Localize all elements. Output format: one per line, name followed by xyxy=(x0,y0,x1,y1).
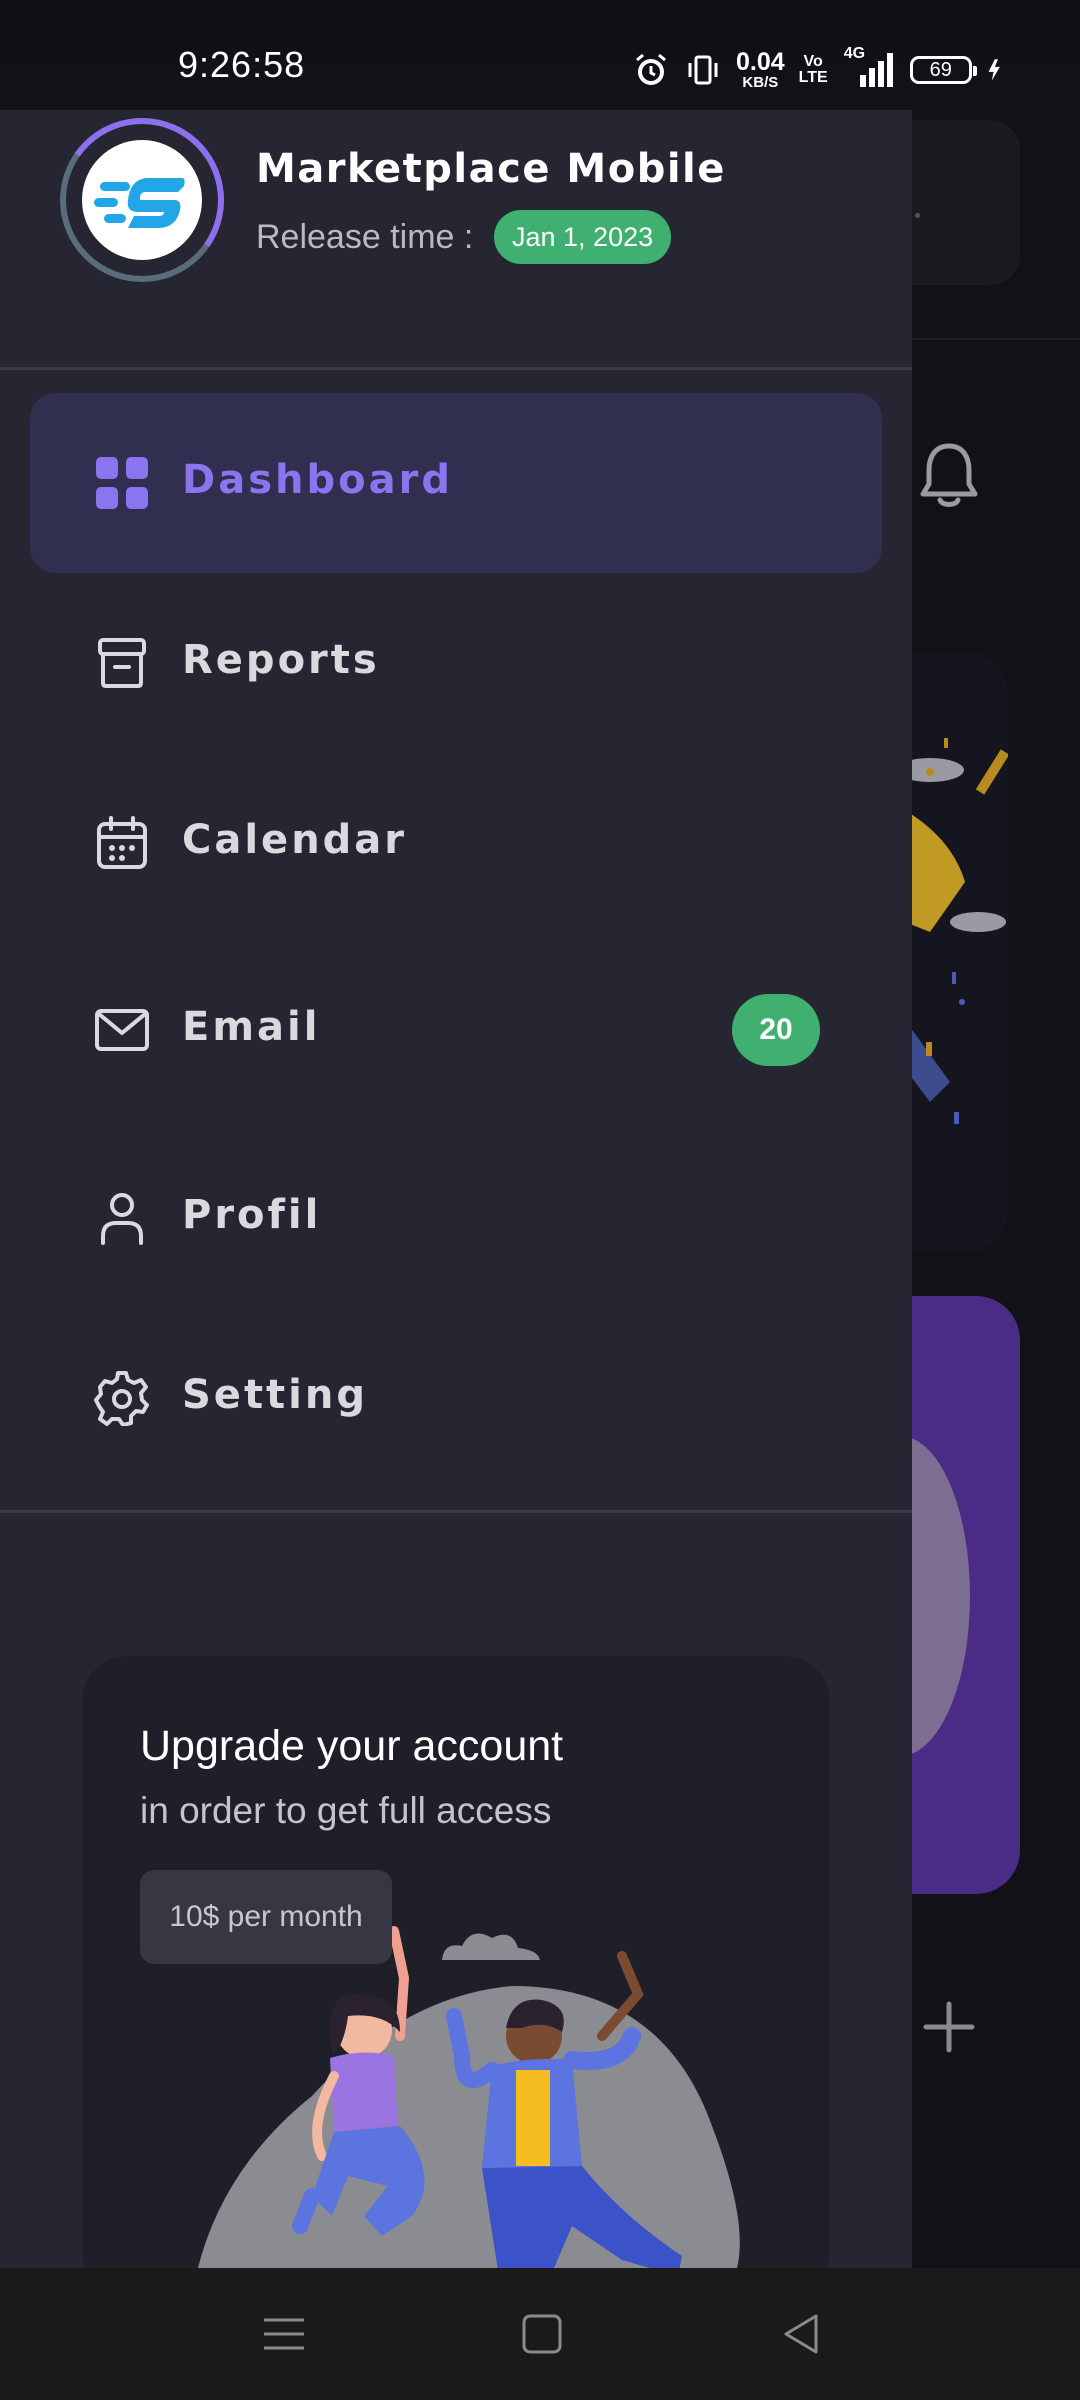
price-button[interactable]: 10$ per month xyxy=(140,1870,392,1964)
upgrade-title: Upgrade your account xyxy=(140,1722,564,1770)
calendar-icon xyxy=(97,816,147,869)
archive-icon xyxy=(98,638,146,688)
network-speed: 0.04 KB/S xyxy=(736,48,785,91)
release-label: Release time : xyxy=(256,218,474,256)
volte-top: Vo xyxy=(803,53,823,70)
battery-icon: 69 xyxy=(909,56,977,84)
upgrade-subtitle: in order to get full access xyxy=(140,1790,552,1831)
nav-item-reports[interactable]: Reports xyxy=(30,573,882,753)
volte-bottom: LTE xyxy=(798,69,828,86)
network-speed-value: 0.04 xyxy=(736,48,785,76)
logo-icon xyxy=(94,178,185,228)
background-header-dot xyxy=(915,213,920,218)
charging-icon xyxy=(988,59,1000,81)
user-icon xyxy=(101,1193,143,1245)
gear-icon xyxy=(94,1371,149,1426)
app-name: Marketplace Mobile xyxy=(256,146,726,192)
nav-item-dashboard[interactable]: Dashboard xyxy=(30,393,882,573)
drawer-divider-top xyxy=(0,367,912,370)
status-time: 9:26:58 xyxy=(178,44,306,85)
status-icons: 0.04 KB/S Vo LTE 4G 69 xyxy=(632,44,1010,96)
back-icon[interactable] xyxy=(776,2308,828,2360)
navigation-drawer: Marketplace Mobile Release time : Jan 1,… xyxy=(0,110,912,2268)
bell-icon[interactable] xyxy=(918,440,980,510)
home-icon[interactable] xyxy=(516,2308,568,2360)
nav-item-calendar[interactable]: Calendar xyxy=(30,753,882,933)
background-divider xyxy=(900,338,1080,340)
nav-item-setting[interactable]: Setting xyxy=(30,1308,882,1488)
nav-label-reports: Reports xyxy=(182,637,380,683)
nav-item-email[interactable]: Email 20 xyxy=(30,940,882,1120)
vibrate-icon xyxy=(688,55,718,85)
upgrade-card: Upgrade your account in order to get ful… xyxy=(82,1656,830,2268)
nav-label-calendar: Calendar xyxy=(182,817,408,863)
network-speed-unit: KB/S xyxy=(742,74,779,91)
signal-group: 4G xyxy=(842,45,896,89)
signal-icon xyxy=(859,53,893,87)
volte-indicator: Vo LTE xyxy=(799,54,828,86)
grid-icon xyxy=(96,457,148,509)
email-count-badge: 20 xyxy=(732,994,820,1066)
system-navigation-bar xyxy=(0,2268,1080,2400)
nav-label-profil: Profil xyxy=(182,1192,322,1238)
drawer-header: Marketplace Mobile Release time : Jan 1,… xyxy=(0,110,912,368)
nav-label-setting: Setting xyxy=(182,1372,368,1418)
nav-label-email: Email xyxy=(182,1004,321,1050)
nav-label-dashboard: Dashboard xyxy=(182,457,453,503)
plus-icon[interactable] xyxy=(922,2000,976,2054)
app-logo xyxy=(82,140,202,260)
mail-icon xyxy=(95,1009,149,1051)
nav-item-profil[interactable]: Profil xyxy=(30,1128,882,1308)
status-bar: 9:26:58 0.04 KB/S Vo LTE 4G 69 xyxy=(0,0,1080,110)
alarm-icon xyxy=(636,53,666,85)
menu-icon[interactable] xyxy=(258,2308,310,2360)
release-date-badge: Jan 1, 2023 xyxy=(494,210,672,264)
drawer-divider-bottom xyxy=(0,1510,912,1513)
battery-level: 69 xyxy=(929,58,952,81)
